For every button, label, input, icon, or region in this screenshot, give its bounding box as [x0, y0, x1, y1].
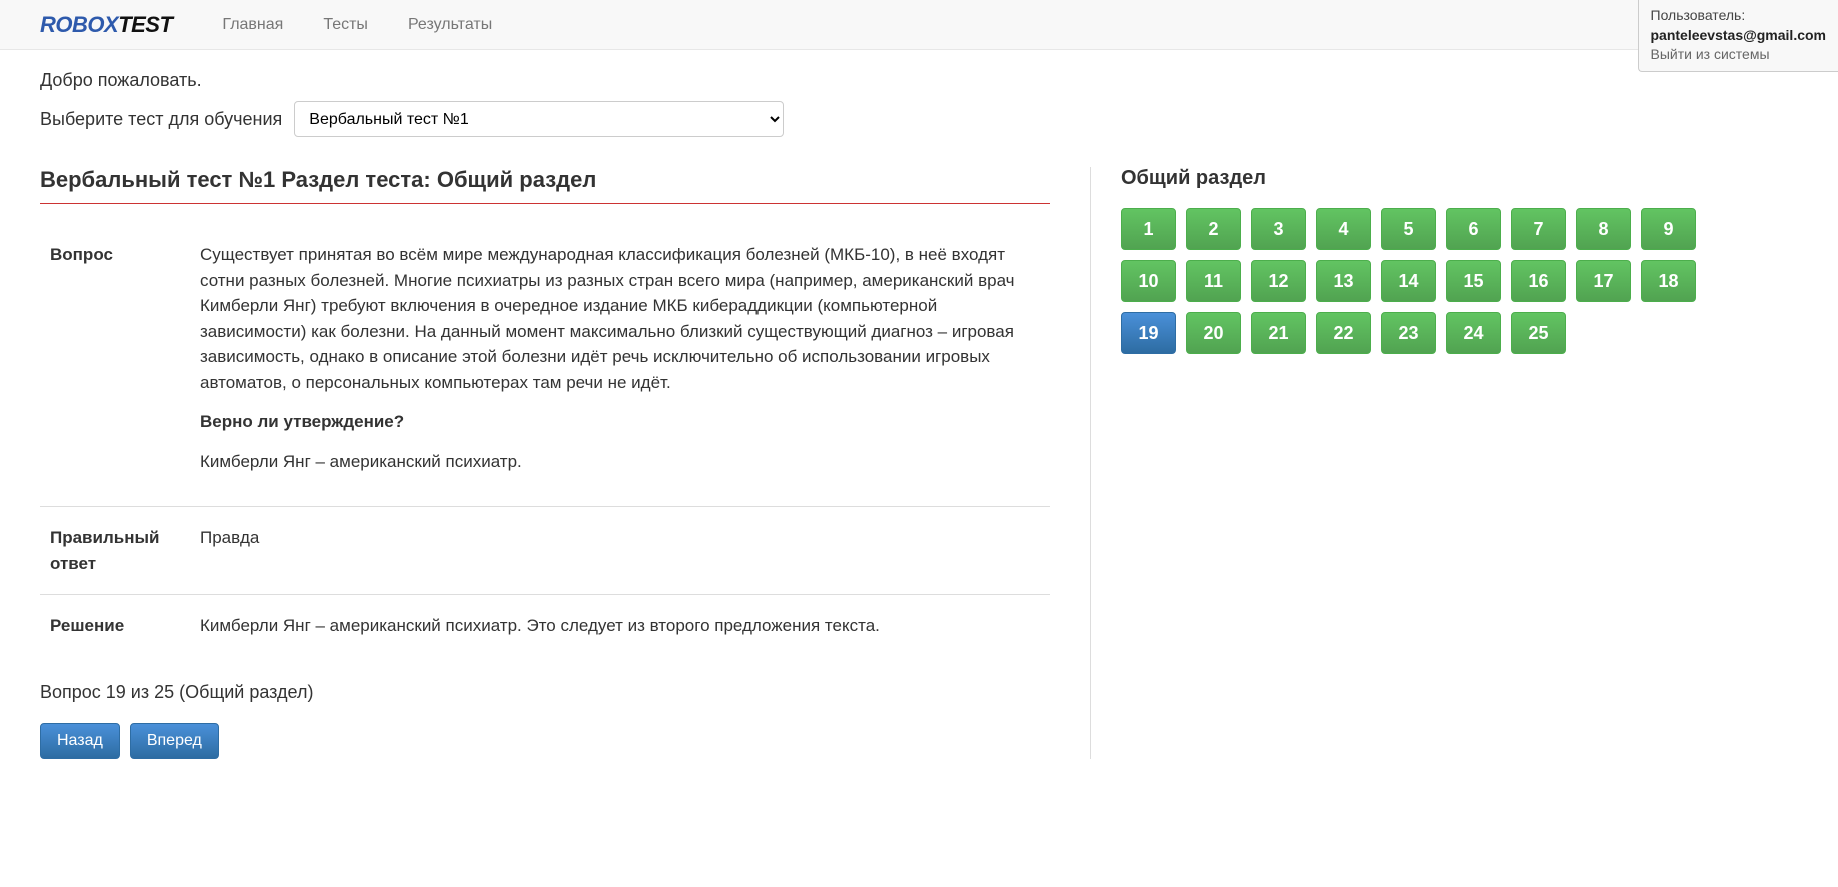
- question-cell-16[interactable]: 16: [1511, 260, 1566, 302]
- question-body: Существует принятая во всём мире междуна…: [190, 224, 1050, 507]
- back-button[interactable]: Назад: [40, 723, 120, 759]
- question-cell-7[interactable]: 7: [1511, 208, 1566, 250]
- user-email: panteleevstas@gmail.com: [1651, 26, 1827, 46]
- question-grid: 1234567891011121314151617181920212223242…: [1121, 208, 1741, 354]
- solution-label: Решение: [40, 595, 190, 657]
- nav-tests[interactable]: Тесты: [303, 1, 388, 49]
- question-cell-18[interactable]: 18: [1641, 260, 1696, 302]
- question-row: Вопрос Существует принятая во всём мире …: [40, 224, 1050, 507]
- columns: Вербальный тест №1 Раздел теста: Общий р…: [40, 167, 1798, 759]
- side-title: Общий раздел: [1121, 167, 1798, 190]
- question-cell-21[interactable]: 21: [1251, 312, 1306, 354]
- answer-value: Правда: [190, 507, 1050, 595]
- question-cell-24[interactable]: 24: [1446, 312, 1501, 354]
- section-title: Вербальный тест №1 Раздел теста: Общий р…: [40, 167, 1050, 204]
- nav-home[interactable]: Главная: [202, 1, 303, 49]
- question-cell-10[interactable]: 10: [1121, 260, 1176, 302]
- question-cell-15[interactable]: 15: [1446, 260, 1501, 302]
- question-cell-3[interactable]: 3: [1251, 208, 1306, 250]
- forward-button[interactable]: Вперед: [130, 723, 219, 759]
- question-cell-1[interactable]: 1: [1121, 208, 1176, 250]
- select-label: Выберите тест для обучения: [40, 109, 282, 130]
- question-cell-12[interactable]: 12: [1251, 260, 1306, 302]
- solution-row: Решение Кимберли Янг – американский псих…: [40, 595, 1050, 657]
- user-label: Пользователь:: [1651, 6, 1827, 26]
- question-cell-17[interactable]: 17: [1576, 260, 1631, 302]
- question-statement: Кимберли Янг – американский психиатр.: [200, 449, 1040, 475]
- answer-row: Правильный ответ Правда: [40, 507, 1050, 595]
- question-cell-4[interactable]: 4: [1316, 208, 1371, 250]
- test-select[interactable]: Вербальный тест №1: [294, 101, 784, 137]
- question-label: Вопрос: [40, 224, 190, 507]
- question-prompt: Верно ли утверждение?: [200, 409, 1040, 435]
- brand-logo[interactable]: ROBOXTEST: [40, 12, 172, 38]
- select-row: Выберите тест для обучения Вербальный те…: [40, 101, 1798, 137]
- question-cell-8[interactable]: 8: [1576, 208, 1631, 250]
- question-passage: Существует принятая во всём мире междуна…: [200, 242, 1040, 395]
- question-cell-20[interactable]: 20: [1186, 312, 1241, 354]
- answer-label: Правильный ответ: [40, 507, 190, 595]
- logout-link[interactable]: Выйти из системы: [1651, 45, 1827, 65]
- progress-text: Вопрос 19 из 25 (Общий раздел): [40, 682, 1050, 703]
- welcome-text: Добро пожаловать.: [40, 70, 1798, 91]
- container: Добро пожаловать. Выберите тест для обуч…: [0, 50, 1838, 779]
- question-cell-9[interactable]: 9: [1641, 208, 1696, 250]
- question-cell-14[interactable]: 14: [1381, 260, 1436, 302]
- nav-results[interactable]: Результаты: [388, 1, 512, 49]
- nav-links: Главная Тесты Результаты: [202, 1, 512, 49]
- question-cell-5[interactable]: 5: [1381, 208, 1436, 250]
- question-cell-23[interactable]: 23: [1381, 312, 1436, 354]
- question-cell-13[interactable]: 13: [1316, 260, 1371, 302]
- nav-buttons: Назад Вперед: [40, 723, 1050, 759]
- brand-part2: TEST: [118, 12, 172, 37]
- question-cell-22[interactable]: 22: [1316, 312, 1371, 354]
- side-column: Общий раздел 123456789101112131415161718…: [1090, 167, 1798, 759]
- question-table: Вопрос Существует принятая во всём мире …: [40, 224, 1050, 657]
- question-cell-2[interactable]: 2: [1186, 208, 1241, 250]
- question-cell-6[interactable]: 6: [1446, 208, 1501, 250]
- brand-part1: ROBOX: [40, 12, 118, 37]
- solution-value: Кимберли Янг – американский психиатр. Эт…: [190, 595, 1050, 657]
- question-cell-19[interactable]: 19: [1121, 312, 1176, 354]
- main-column: Вербальный тест №1 Раздел теста: Общий р…: [40, 167, 1050, 759]
- question-cell-25[interactable]: 25: [1511, 312, 1566, 354]
- question-cell-11[interactable]: 11: [1186, 260, 1241, 302]
- navbar: ROBOXTEST Главная Тесты Результаты Польз…: [0, 0, 1838, 50]
- user-box: Пользователь: panteleevstas@gmail.com Вы…: [1638, 0, 1838, 72]
